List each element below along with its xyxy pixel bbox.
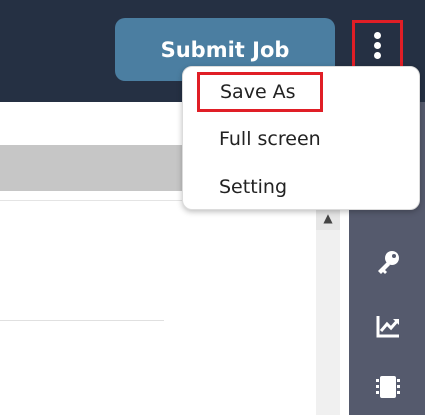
options-dropdown-menu: Save As Full screen Setting — [182, 66, 420, 210]
menu-item-full-screen[interactable]: Full screen — [219, 123, 321, 155]
menu-item-label: Save As — [220, 81, 296, 103]
chip-icon — [376, 376, 400, 398]
trending-chart-icon — [376, 316, 400, 338]
vertical-scrollbar[interactable] — [316, 206, 340, 415]
menu-item-save-as[interactable]: Save As — [197, 72, 323, 112]
vertical-dots-icon — [374, 51, 381, 59]
vertical-dots-icon — [374, 31, 381, 39]
vertical-dots-icon — [374, 41, 381, 49]
chart-button[interactable] — [374, 312, 402, 340]
menu-item-label: Full screen — [219, 128, 321, 150]
key-icon — [378, 251, 399, 274]
caret-up-icon: ▲ — [323, 211, 333, 225]
key-button[interactable] — [374, 248, 402, 276]
chip-button[interactable] — [374, 373, 402, 401]
divider — [0, 320, 164, 321]
menu-item-label: Setting — [219, 176, 288, 198]
menu-item-setting[interactable]: Setting — [219, 171, 287, 203]
more-options-button[interactable] — [352, 20, 403, 70]
